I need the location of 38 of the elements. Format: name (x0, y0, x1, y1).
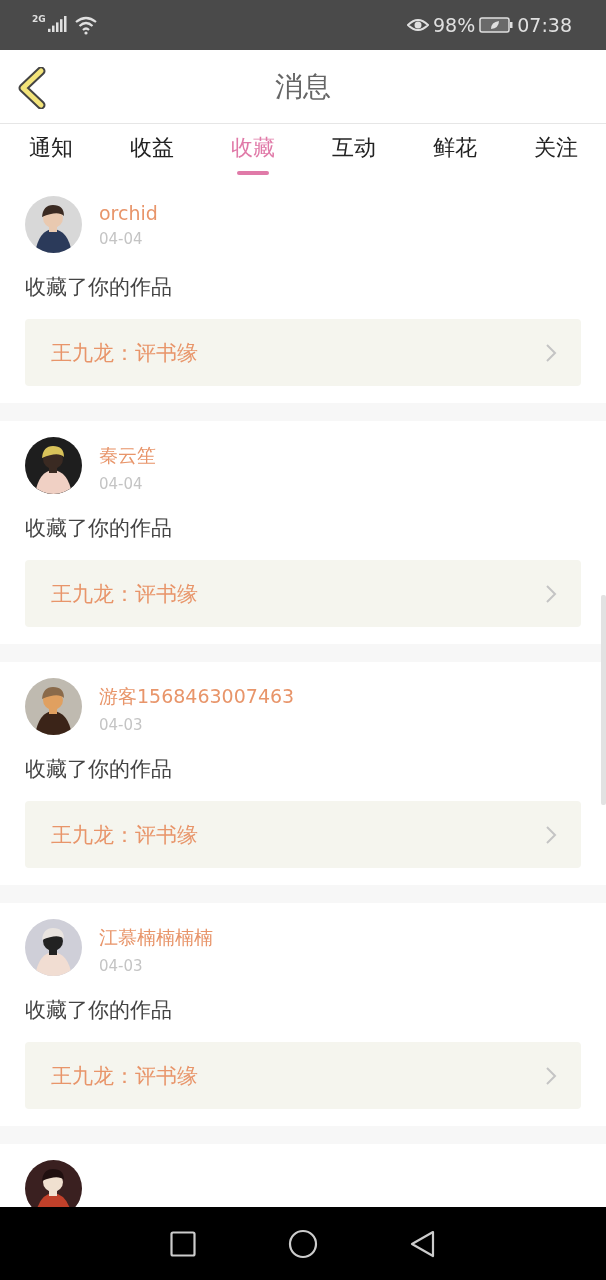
work-link[interactable]: 王九龙：评书缘 (25, 560, 581, 627)
chevron-icon (545, 824, 557, 845)
user-name[interactable]: orchid (99, 202, 158, 224)
wifi-icon (73, 15, 98, 35)
message-date: 04-04 (99, 475, 144, 493)
tab[interactable]: 通知 (0, 124, 101, 180)
user-name[interactable]: 江慕楠楠楠楠 (99, 925, 213, 951)
back-triangle-icon[interactable] (410, 1229, 436, 1258)
user-name[interactable]: 秦云笙 (99, 443, 156, 469)
network-type: 2G (32, 14, 46, 24)
message-text: 收藏了你的作品 (25, 997, 173, 1024)
home-icon[interactable] (288, 1228, 318, 1259)
back-icon[interactable] (17, 67, 47, 109)
square-icon[interactable] (170, 1230, 196, 1257)
tab[interactable]: 鲜花 (404, 124, 505, 180)
chevron-icon (545, 583, 557, 604)
signal-icon (47, 16, 68, 34)
message-text: 收藏了你的作品 (25, 274, 173, 301)
tab[interactable]: 收藏 (202, 124, 303, 180)
work-link[interactable]: 王九龙：评书缘 (25, 1042, 581, 1109)
chevron-icon (545, 1065, 557, 1086)
tab[interactable]: 互动 (303, 124, 404, 180)
message-text: 收藏了你的作品 (25, 756, 173, 783)
message-date: 04-03 (99, 957, 144, 975)
tab[interactable]: 关注 (505, 124, 606, 180)
chevron-icon (545, 342, 557, 363)
battery-icon (479, 17, 514, 33)
message-date: 04-03 (99, 716, 144, 734)
user-name[interactable]: 游客1568463007463 (99, 684, 295, 710)
work-link[interactable]: 王九龙：评书缘 (25, 319, 581, 386)
eye-icon (407, 17, 429, 33)
message-text: 收藏了你的作品 (25, 515, 173, 542)
battery-percent: 98% (433, 14, 476, 36)
work-link[interactable]: 王九龙：评书缘 (25, 801, 581, 868)
clock: 07:38 (517, 14, 572, 36)
message-date: 04-04 (99, 230, 144, 248)
tab[interactable]: 收益 (101, 124, 202, 180)
page-title: 消息 (275, 68, 331, 105)
